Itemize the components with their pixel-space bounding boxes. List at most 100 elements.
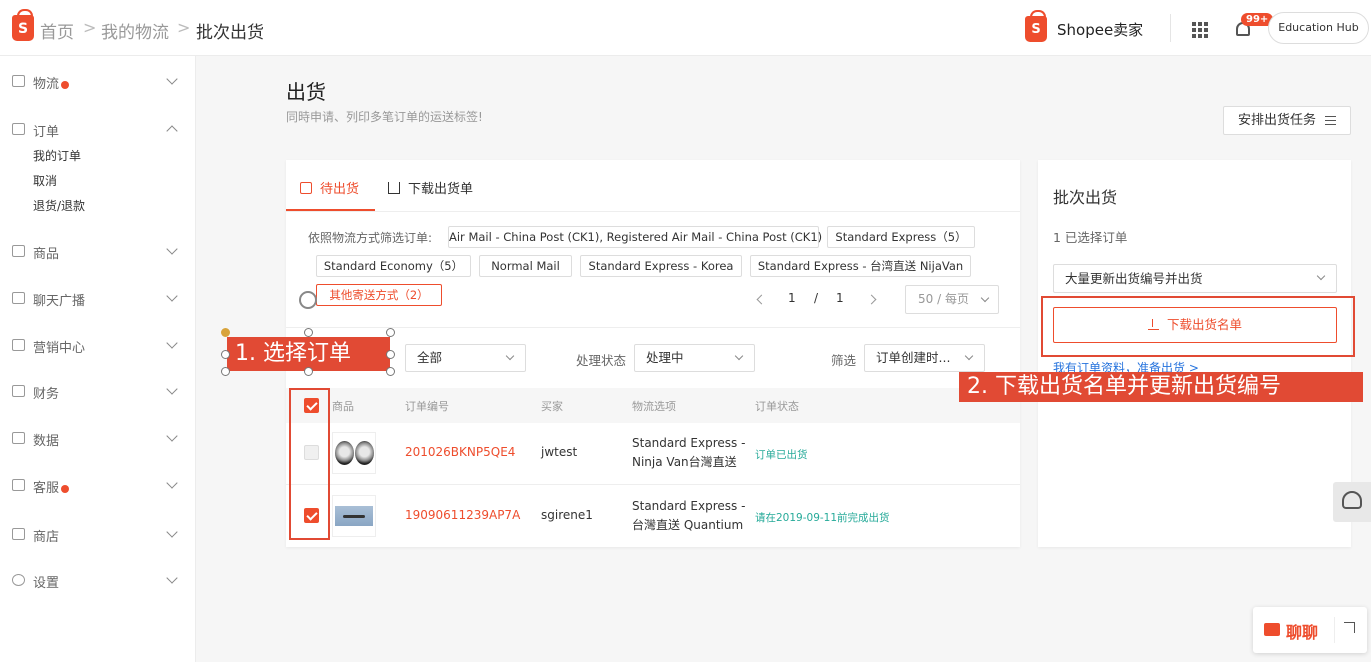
clipboard-icon <box>12 123 25 135</box>
breadcrumb-home[interactable]: 首页 <box>40 18 74 43</box>
product-thumbnail <box>332 495 376 537</box>
wallet-icon <box>12 385 25 397</box>
order-id-link[interactable]: 19090611239AP7A <box>405 508 520 522</box>
education-hub-button[interactable]: Education Hub <box>1268 12 1369 44</box>
menu-icon <box>1325 116 1336 125</box>
breadcrumb-separator-icon: > <box>177 18 191 37</box>
chevron-down-icon <box>166 337 178 349</box>
checkbox-highlight-box <box>289 388 330 540</box>
chat-bubble-icon <box>1264 623 1280 636</box>
chart-icon <box>12 432 25 444</box>
chevron-up-icon <box>166 125 178 137</box>
apps-grid-icon[interactable] <box>1192 22 1208 38</box>
sidebar: 物流 订单 我的订单 取消 退货/退款 商品 聊天广播 营销中心 财务 数据 客… <box>0 56 196 662</box>
airplane-image <box>335 506 373 526</box>
tab-download-list[interactable]: 下载出货单 <box>388 178 473 197</box>
truck-icon <box>12 75 25 87</box>
chevron-left-icon[interactable] <box>756 294 767 305</box>
sidebar-subitem-my-orders[interactable]: 我的订单 <box>33 147 81 164</box>
orders-card: 待出货 下载出货单 依照物流方式筛选订单: Air Mail - China P… <box>286 160 1020 547</box>
page-current: 1 <box>788 291 796 305</box>
selected-count: 1 已选择订单 <box>1053 230 1128 245</box>
top-header: S 首页 > 我的物流 > 批次出货 S Shopee卖家 99+ Educat… <box>0 0 1371 56</box>
chat-divider <box>1334 617 1335 643</box>
sort-select[interactable]: 订单创建时... <box>864 344 985 372</box>
sidebar-item-label: 订单 <box>33 125 60 140</box>
chat-widget[interactable]: 聊聊 <box>1253 607 1367 653</box>
sidebar-item-marketing[interactable]: 营销中心 <box>0 335 196 357</box>
sidebar-item-settings[interactable]: 设置 <box>0 570 196 592</box>
filter-chip-china-post[interactable]: Air Mail - China Post (CK1), Registered … <box>448 226 822 248</box>
breadcrumb-separator-icon: > <box>83 18 97 37</box>
chevron-down-icon <box>166 73 178 85</box>
brand-name[interactable]: Shopee卖家 <box>1057 19 1143 40</box>
tab-divider <box>286 211 1020 212</box>
arrange-shipment-button[interactable]: 安排出货任务 <box>1223 106 1351 135</box>
sidebar-item-finance[interactable]: 财务 <box>0 381 196 403</box>
order-id-link[interactable]: 201026BKNP5QE4 <box>405 445 515 459</box>
sidebar-item-orders[interactable]: 订单 <box>0 119 196 141</box>
logistics-option: Standard Express - <box>632 499 746 513</box>
broadcast-icon <box>12 292 25 304</box>
expand-icon[interactable] <box>1344 622 1355 633</box>
bulk-action-select[interactable]: 大量更新出货编号并出货 <box>1053 264 1337 293</box>
filter-chip-korea[interactable]: Standard Express - Korea <box>580 255 742 277</box>
sidebar-subitem-cancel[interactable]: 取消 <box>33 172 57 189</box>
sidebar-item-service[interactable]: 客服 <box>0 475 196 497</box>
table-row[interactable]: 201026BKNP5QE4 jwtest Standard Express -… <box>286 423 1020 485</box>
status-select[interactable]: 处理中 <box>634 344 755 372</box>
sidebar-item-label: 设置 <box>33 576 60 591</box>
chat-label: 聊聊 <box>1286 623 1319 642</box>
filter-chip-taiwan-nijavan[interactable]: Standard Express - 台湾直送 NijaVan <box>750 255 971 277</box>
sidebar-item-label: 商店 <box>33 530 60 545</box>
sidebar-item-data[interactable]: 数据 <box>0 428 196 450</box>
chat-icon <box>12 479 25 491</box>
sidebar-item-label: 商品 <box>33 247 60 262</box>
chevron-right-icon[interactable] <box>866 294 877 305</box>
sidebar-subitem-returns[interactable]: 退货/退款 <box>33 197 85 214</box>
download-icon <box>388 182 400 194</box>
step2-annotation: 2. 下载出货名单并更新出货编号 <box>959 372 1363 402</box>
breadcrumb-logistics[interactable]: 我的物流 <box>101 18 169 43</box>
filter-chip-normal-mail[interactable]: Normal Mail <box>479 255 572 277</box>
sidebar-item-broadcast[interactable]: 聊天广播 <box>0 288 196 310</box>
shopee-seller-logo-icon: S <box>1025 10 1047 42</box>
download-highlight-box <box>1041 296 1355 357</box>
buyer-name: jwtest <box>541 445 578 459</box>
table-row[interactable]: 19090611239AP7A sgirene1 Standard Expres… <box>286 486 1020 548</box>
chevron-down-icon <box>166 290 178 302</box>
gear-icon <box>12 574 25 586</box>
sidebar-item-label: 营销中心 <box>33 341 86 356</box>
column-header: 买家 <box>541 400 563 413</box>
sidebar-item-products[interactable]: 商品 <box>0 241 196 263</box>
filter-chip-standard-express[interactable]: Standard Express（5） <box>827 226 975 248</box>
sidebar-item-label: 财务 <box>33 387 60 402</box>
customer-service-button[interactable] <box>1333 482 1371 522</box>
chevron-down-icon <box>166 572 178 584</box>
filter-chip-other[interactable]: 其他寄送方式（2） <box>316 284 442 306</box>
table-header: 商品 订单编号 买家 物流选项 订单状态 <box>286 388 1020 423</box>
tag-icon <box>12 339 25 351</box>
resize-handle <box>386 367 395 376</box>
chevron-down-icon <box>734 351 744 361</box>
filter-chip-standard-economy[interactable]: Standard Economy（5） <box>316 255 471 277</box>
tab-to-ship[interactable]: 待出货 <box>300 178 359 197</box>
per-page-select[interactable]: 50 / 每页 <box>905 285 999 314</box>
column-header: 物流选项 <box>632 400 676 413</box>
sidebar-item-store[interactable]: 商店 <box>0 524 196 546</box>
logistics-option: 台灣直送 Quantium <box>632 518 744 532</box>
shopee-logo-icon[interactable]: S <box>12 9 34 41</box>
resize-handle <box>304 328 313 337</box>
sidebar-item-logistics[interactable]: 物流 <box>0 71 196 93</box>
column-header: 订单编号 <box>405 400 449 413</box>
resize-handle <box>221 328 230 337</box>
page-description: 同時申请、列印多笔订单的运送标签! <box>286 110 483 124</box>
chevron-down-icon <box>166 477 178 489</box>
sidebar-item-label: 客服 <box>33 477 70 496</box>
resize-handle <box>221 350 230 359</box>
resize-handle <box>304 367 313 376</box>
type-select[interactable]: 全部 <box>405 344 526 372</box>
page-separator: / <box>814 291 819 305</box>
sort-filter-label: 筛选 <box>831 353 857 368</box>
notification-dot <box>61 80 70 89</box>
